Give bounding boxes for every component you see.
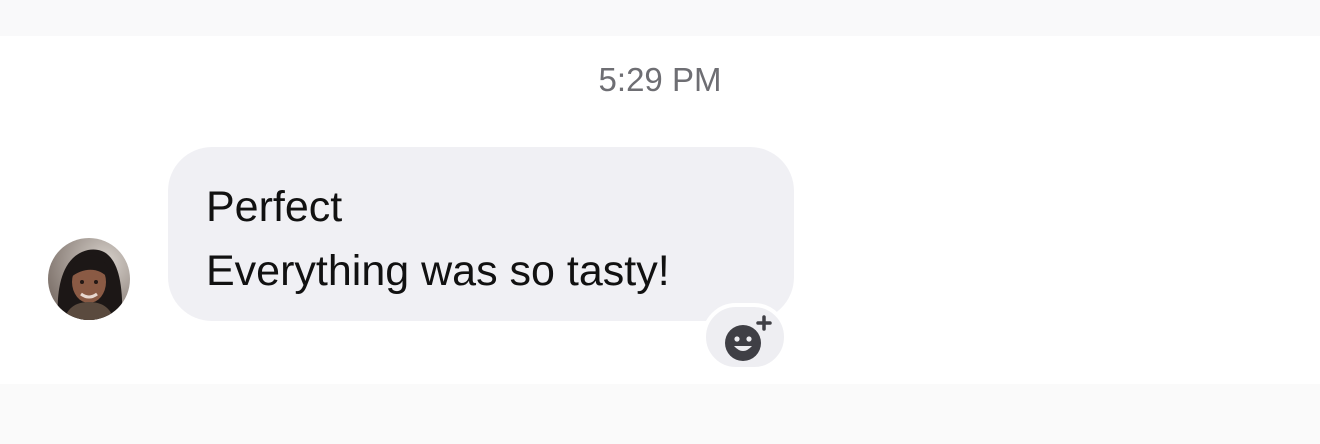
- message-line: Perfect: [206, 183, 343, 231]
- avatar-icon: [48, 238, 130, 320]
- message-timestamp: 5:29 PM: [598, 61, 722, 98]
- add-reaction-smiley-icon: [725, 315, 772, 361]
- header-divider: [0, 0, 1320, 36]
- sender-avatar[interactable]: [48, 238, 130, 320]
- composer-area: [0, 384, 1320, 444]
- message-bubble[interactable]: Perfect Everything was so tasty!: [168, 147, 794, 321]
- message-thread: 5:29 PM Perfect Everything was so tasty!: [0, 0, 1320, 444]
- add-reaction-button[interactable]: [702, 303, 788, 371]
- message-line: Everything was so tasty!: [206, 247, 670, 295]
